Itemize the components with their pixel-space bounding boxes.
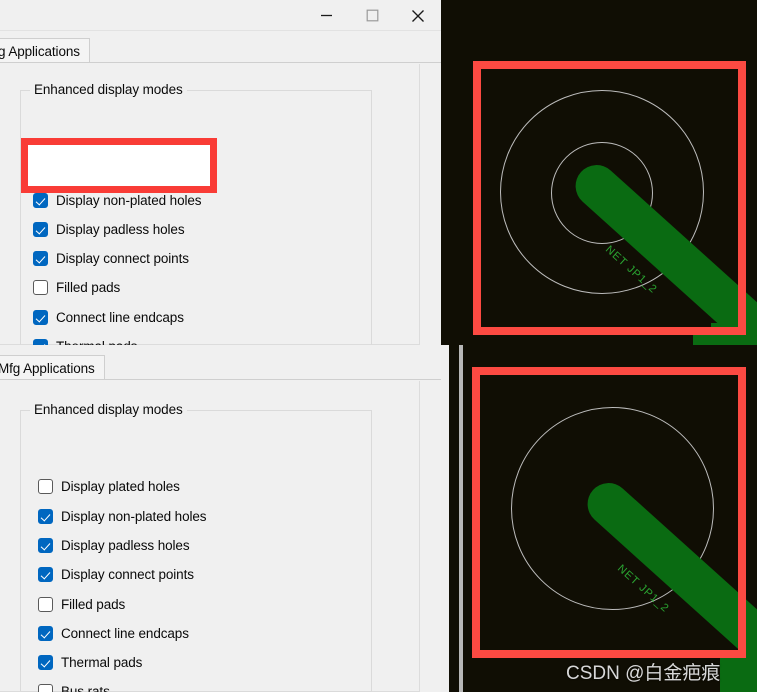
checkbox-filled-pads[interactable] bbox=[38, 597, 53, 612]
checkbox-display-non-plated-holes[interactable] bbox=[33, 193, 48, 208]
watermark-text: CSDN @白金疤痕 bbox=[566, 663, 721, 684]
checkbox-label: Connect line endcaps bbox=[61, 626, 189, 641]
checkbox-display-padless-holes[interactable] bbox=[33, 222, 48, 237]
checkbox-label: Filled pads bbox=[61, 597, 126, 612]
checkbox-label: Display padless holes bbox=[61, 538, 190, 553]
checkbox-label: Filled pads bbox=[56, 280, 121, 295]
checkbox-row-display-connect-points[interactable]: Display connect points bbox=[33, 251, 189, 266]
tab-mfg-applications[interactable]: Mfg Applications bbox=[0, 355, 105, 380]
checkbox-filled-pads[interactable] bbox=[33, 280, 48, 295]
pcb-view-top[interactable]: NET JP1_2 bbox=[441, 0, 757, 345]
dialog-top: g Applications Enhanced display modes Di… bbox=[0, 0, 441, 345]
checkbox-connect-line-endcaps[interactable] bbox=[33, 310, 48, 325]
pcb-view-bottom[interactable]: NET JP1_2 CSDN @白金疤痕 bbox=[441, 345, 757, 692]
checkbox-row-connect-line-endcaps[interactable]: Connect line endcaps bbox=[38, 626, 189, 641]
groupbox-title: Enhanced display modes bbox=[30, 402, 187, 417]
checkbox-display-padless-holes[interactable] bbox=[38, 538, 53, 553]
checkbox-row-filled-pads[interactable]: Filled pads bbox=[38, 597, 125, 612]
checkbox-label: Display connect points bbox=[61, 567, 194, 582]
close-icon bbox=[412, 9, 424, 22]
groupbox-title: Enhanced display modes bbox=[30, 82, 187, 97]
checkbox-label: Display connect points bbox=[56, 251, 189, 266]
checkbox-row-display-plated-holes[interactable]: Display plated holes bbox=[38, 479, 180, 494]
scrollbar-track bbox=[459, 345, 463, 692]
checkbox-row-display-connect-points[interactable]: Display connect points bbox=[38, 567, 194, 582]
tab-underline-bottom bbox=[0, 379, 441, 380]
annotation-highlight-plated-holes-top bbox=[21, 138, 217, 193]
minimize-icon bbox=[320, 14, 332, 17]
checkbox-row-display-non-plated-holes[interactable]: Display non-plated holes bbox=[33, 193, 202, 208]
checkbox-label: Connect line endcaps bbox=[56, 310, 184, 325]
dialog-bottom: Mfg Applications Enhanced display modes … bbox=[0, 345, 441, 692]
tab-strip-top: g Applications bbox=[0, 38, 441, 63]
checkbox-thermal-pads[interactable] bbox=[38, 655, 53, 670]
checkbox-label: Display non-plated holes bbox=[56, 193, 202, 208]
minimize-button[interactable] bbox=[303, 0, 349, 31]
checkbox-display-non-plated-holes[interactable] bbox=[38, 509, 53, 524]
tab-strip-bottom: Mfg Applications bbox=[0, 355, 441, 380]
checkbox-label: Thermal pads bbox=[61, 655, 143, 670]
maximize-button[interactable] bbox=[349, 0, 395, 31]
checkbox-row-display-non-plated-holes[interactable]: Display non-plated holes bbox=[38, 509, 207, 524]
annotation-frame-pcb-top bbox=[473, 61, 746, 335]
checkbox-bus-rats[interactable] bbox=[38, 684, 53, 692]
annotation-frame-pcb-bottom bbox=[472, 367, 746, 658]
checkbox-label: Bus rats bbox=[61, 684, 110, 692]
groupbox-enhanced-display-modes-top: Enhanced display modes bbox=[20, 82, 372, 345]
checkbox-row-filled-pads[interactable]: Filled pads bbox=[33, 280, 120, 295]
checkbox-row-display-padless-holes[interactable]: Display padless holes bbox=[33, 222, 185, 237]
checkbox-row-display-padless-holes[interactable]: Display padless holes bbox=[38, 538, 190, 553]
checkbox-display-plated-holes[interactable] bbox=[38, 479, 53, 494]
tab-applications-top[interactable]: g Applications bbox=[0, 38, 90, 63]
tab-label: g Applications bbox=[0, 43, 80, 59]
panel-edge-strip bbox=[441, 345, 449, 692]
checkbox-label: Display plated holes bbox=[61, 479, 180, 494]
window-controls-top bbox=[303, 0, 441, 31]
tab-underline-top bbox=[0, 62, 441, 63]
checkbox-display-connect-points[interactable] bbox=[33, 251, 48, 266]
checkbox-connect-line-endcaps[interactable] bbox=[38, 626, 53, 641]
checkbox-row-thermal-pads[interactable]: Thermal pads bbox=[38, 655, 142, 670]
maximize-icon bbox=[366, 9, 378, 22]
checkbox-label: Display non-plated holes bbox=[61, 509, 207, 524]
screenshot-root: g Applications Enhanced display modes Di… bbox=[0, 0, 757, 692]
checkbox-display-connect-points[interactable] bbox=[38, 567, 53, 582]
title-bar-top bbox=[0, 0, 441, 31]
checkbox-row-connect-line-endcaps[interactable]: Connect line endcaps bbox=[33, 310, 184, 325]
close-button[interactable] bbox=[395, 0, 441, 31]
tab-label: Mfg Applications bbox=[0, 360, 95, 376]
checkbox-label: Display padless holes bbox=[56, 222, 185, 237]
checkbox-row-bus-rats[interactable]: Bus rats bbox=[38, 684, 110, 692]
